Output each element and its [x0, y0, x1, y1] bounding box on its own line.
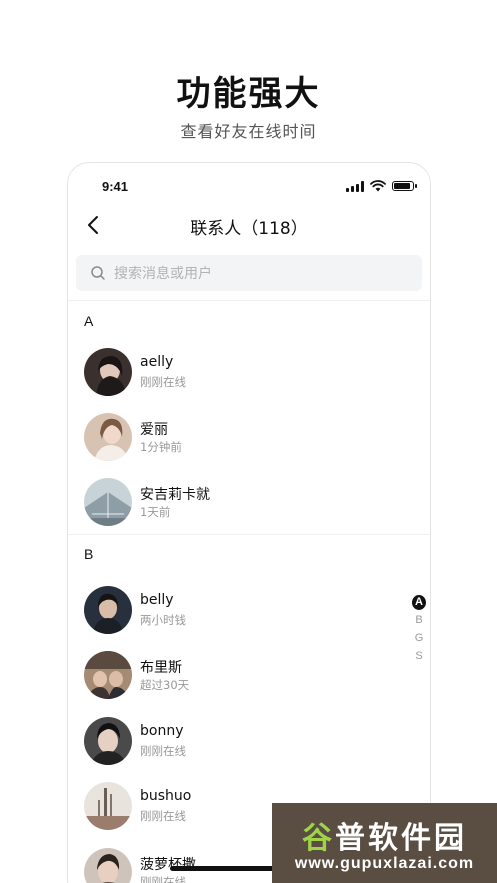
- watermark-accent: 谷: [302, 821, 335, 856]
- avatar: [84, 413, 132, 461]
- nav-bar: 联系人（118）: [68, 207, 430, 243]
- avatar: [84, 478, 132, 526]
- index-letter-b[interactable]: B: [412, 613, 426, 628]
- contact-status: 1天前: [140, 505, 171, 519]
- index-letter-s[interactable]: S: [412, 649, 426, 664]
- contact-item[interactable]: aelly 刚刚在线: [68, 342, 430, 402]
- contact-status: 刚刚在线: [140, 744, 186, 758]
- index-letter-g[interactable]: G: [412, 631, 426, 646]
- contact-status: 刚刚在线: [140, 375, 186, 389]
- contact-status: 刚刚在线: [140, 809, 186, 823]
- battery-icon: [392, 181, 417, 191]
- contact-name: belly: [140, 592, 174, 608]
- contact-name: 菠萝杯撒: [140, 857, 196, 873]
- hero-subtitle: 查看好友在线时间: [180, 122, 317, 141]
- contact-status: 超过30天: [140, 678, 190, 692]
- watermark-url: www.gupuxlazai.com: [294, 855, 475, 872]
- section-header-a: A: [84, 313, 94, 329]
- search-input[interactable]: 搜索消息或用户: [76, 255, 422, 291]
- contact-item[interactable]: 安吉莉卡就 1天前: [68, 472, 430, 532]
- avatar: [84, 782, 132, 830]
- contact-item[interactable]: 布里斯 超过30天: [68, 645, 430, 705]
- watermark-logo: 谷普软件园 www.gupuxlazai.com: [272, 803, 497, 883]
- contact-name: bonny: [140, 723, 184, 739]
- avatar: [84, 651, 132, 699]
- divider: [68, 534, 430, 535]
- hero-title: 功能强大: [176, 74, 321, 114]
- phone-frame: 9:41 联系人（118） 搜索消息或用户 A aelly 刚刚在线 爱丽 1分…: [67, 162, 431, 883]
- status-time: 9:41: [102, 179, 129, 194]
- status-bar: 9:41: [68, 177, 430, 197]
- contact-name: aelly: [140, 354, 174, 370]
- alphabet-index-bar[interactable]: ABGS: [412, 595, 426, 664]
- section-header-b: B: [84, 546, 94, 562]
- wifi-icon: [370, 180, 386, 192]
- contact-status: 刚刚在线: [140, 875, 186, 883]
- contact-name: 布里斯: [140, 660, 182, 676]
- contact-item[interactable]: bonny 刚刚在线: [68, 711, 430, 771]
- search-icon: [91, 266, 105, 280]
- contact-name: 爱丽: [140, 422, 168, 438]
- index-letter-a[interactable]: A: [412, 595, 426, 610]
- search-placeholder: 搜索消息或用户: [114, 266, 212, 282]
- contact-name: bushuo: [140, 788, 192, 804]
- avatar: [84, 717, 132, 765]
- watermark-title: 普软件园: [335, 821, 467, 856]
- avatar: [84, 848, 132, 883]
- page-title: 联系人（118）: [190, 219, 308, 239]
- contact-status: 1分钟前: [140, 440, 182, 454]
- contact-name: 安吉莉卡就: [140, 487, 210, 503]
- contact-item[interactable]: 爱丽 1分钟前: [68, 407, 430, 467]
- avatar: [84, 586, 132, 634]
- status-icons: [346, 180, 417, 192]
- divider: [68, 300, 430, 301]
- contact-item[interactable]: belly 两小时钱: [68, 580, 430, 640]
- contact-status: 两小时钱: [140, 613, 186, 627]
- cellular-signal-icon: [346, 180, 364, 192]
- avatar: [84, 348, 132, 396]
